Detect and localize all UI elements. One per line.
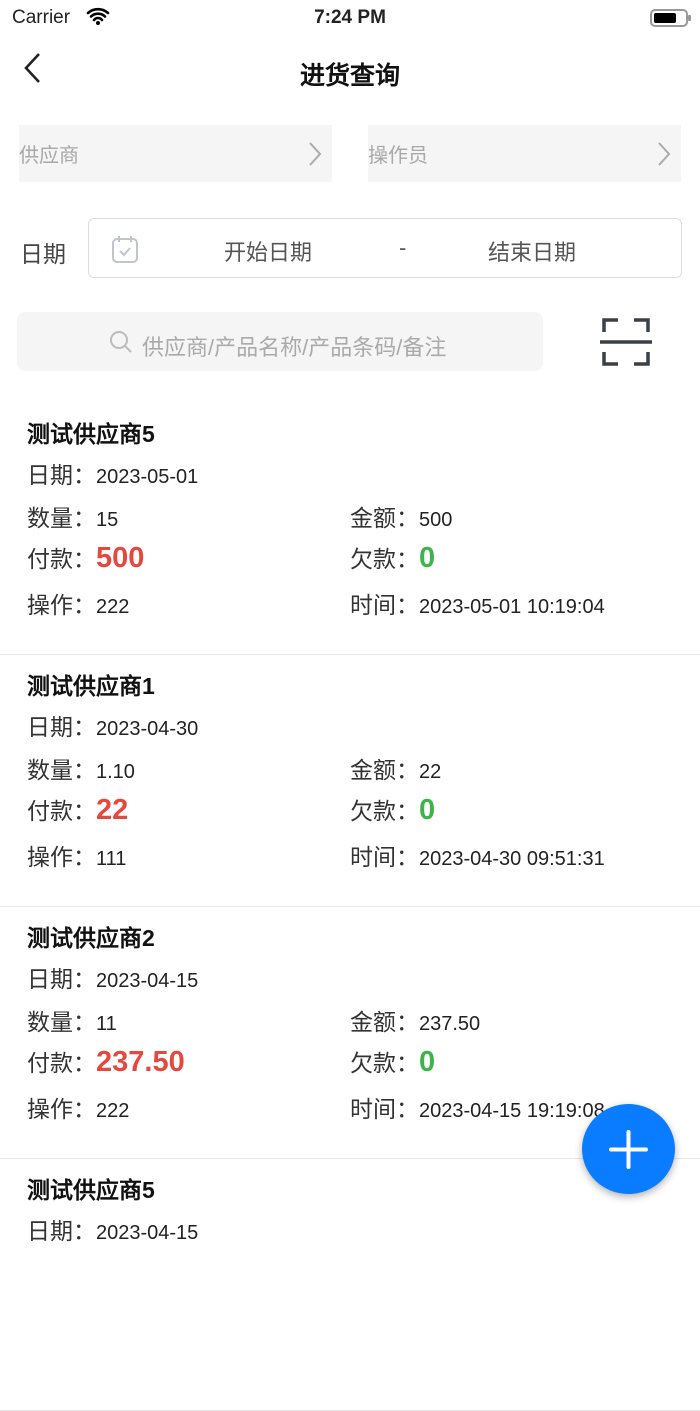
qty-row: 数量： 11 [27,1003,117,1037]
qty-value: 15 [96,509,119,531]
search-placeholder: 供应商/产品名称/产品条码/备注 [142,335,447,360]
amount-row: 金额： 237.50 [350,1003,480,1037]
owed-value: 0 [419,794,436,826]
paid-row: 付款： 237.50 [27,1044,185,1079]
time-value: 2023-05-01 10:19:04 [419,596,605,618]
supplier-placeholder: 供应商 [19,145,79,167]
supplier-name: 测试供应商5 [27,1177,155,1203]
record-item[interactable]: 测试供应商1 日期： 2023-04-30 数量： 1.10 金额： 22 付款： 22 欠款： 0… [0,655,700,907]
owed-label: 欠款： [350,1050,419,1076]
supplier-picker[interactable]: 供应商 [19,125,332,182]
date-value: 2023-05-01 [96,466,199,488]
paid-value: 22 [96,794,129,826]
paid-label: 付款： [27,798,96,824]
owed-value: 0 [419,1046,436,1078]
clock: 7:24 PM [314,7,386,28]
time-row: 时间： 2023-05-01 10:19:04 [350,586,605,620]
supplier-name: 测试供应商1 [27,673,155,699]
date-row: 日期： 2023-05-01 [27,456,198,490]
scan-icon[interactable] [598,316,654,368]
chevron-right-icon [658,141,671,166]
paid-label: 付款： [27,546,96,572]
paid-label: 付款： [27,1050,96,1076]
operator-label: 操作： [27,844,96,870]
paid-value: 500 [96,542,145,574]
date-separator: - [399,235,407,260]
date-row: 日期： 2023-04-15 [27,1212,198,1246]
record-item[interactable]: 测试供应商5 日期： 2023-05-01 数量： 15 金额： 500 付款： 500 欠款： 0… [0,403,700,655]
date-label: 日期： [27,714,96,740]
date-value: 2023-04-15 [96,970,199,992]
qty-label: 数量： [27,1009,96,1035]
date-value: 2023-04-15 [96,1222,199,1244]
paid-row: 付款： 500 [27,540,144,575]
qty-row: 数量： 15 [27,499,118,533]
time-label: 时间： [350,592,419,618]
start-date[interactable]: 开始日期 [224,235,312,267]
battery-icon [650,9,691,27]
date-label: 日期： [27,462,96,488]
time-row: 时间： 2023-04-30 09:51:31 [350,838,605,872]
amount-label: 金额： [350,757,419,783]
qty-value: 1.10 [96,761,135,783]
plus-icon [609,1130,648,1169]
date-range-field[interactable]: 开始日期 - 结束日期 [88,218,682,278]
chevron-right-icon [309,141,322,166]
time-label: 时间： [350,1096,419,1122]
amount-value: 237.50 [419,1013,481,1035]
operator-value: 222 [96,1100,130,1122]
page-title: 进货查询 [299,62,400,90]
date-label: 日期 [20,241,66,267]
qty-label: 数量： [27,757,96,783]
operator-value: 111 [96,848,127,870]
supplier-name: 测试供应商2 [27,925,155,951]
operator-value: 222 [96,596,130,618]
owed-row: 欠款： 0 [350,540,435,575]
amount-value: 500 [419,509,453,531]
operator-row: 操作： 222 [27,586,129,620]
calendar-icon [112,236,138,263]
qty-row: 数量： 1.10 [27,751,135,785]
date-row: 日期： 2023-04-15 [27,960,198,994]
time-label: 时间： [350,844,419,870]
operator-row: 操作： 222 [27,1090,129,1124]
date-value: 2023-04-30 [96,718,199,740]
operator-picker[interactable]: 操作员 [368,125,681,182]
search-input[interactable]: 供应商/产品名称/产品条码/备注 [17,312,543,371]
amount-row: 金额： 500 [350,499,452,533]
paid-row: 付款： 22 [27,792,128,827]
owed-value: 0 [419,542,436,574]
operator-row: 操作： 111 [27,838,126,872]
date-label: 日期： [27,966,96,992]
operator-label: 操作： [27,1096,96,1122]
amount-label: 金额： [350,505,419,531]
owed-row: 欠款： 0 [350,1044,435,1079]
qty-value: 11 [96,1013,117,1035]
end-date[interactable]: 结束日期 [488,235,576,267]
time-value: 2023-04-15 19:19:08 [419,1100,605,1122]
owed-label: 欠款： [350,798,419,824]
add-button[interactable] [582,1104,675,1194]
supplier-name: 测试供应商5 [27,421,155,447]
paid-value: 237.50 [96,1046,185,1078]
qty-label: 数量： [27,505,96,531]
date-row: 日期： 2023-04-30 [27,708,198,742]
amount-row: 金额： 22 [350,751,441,785]
status-bar: Carrier 7:24 PM [0,0,700,36]
date-label: 日期： [27,1218,96,1244]
search-icon [110,331,132,353]
record-item[interactable]: 测试供应商5 日期： 2023-04-15 [0,1159,700,1411]
owed-row: 欠款： 0 [350,792,435,827]
amount-label: 金额： [350,1009,419,1035]
operator-label: 操作： [27,592,96,618]
amount-value: 22 [419,761,442,783]
operator-placeholder: 操作员 [368,145,428,167]
owed-label: 欠款： [350,546,419,572]
time-value: 2023-04-30 09:51:31 [419,848,605,870]
time-row: 时间： 2023-04-15 19:19:08 [350,1090,605,1124]
